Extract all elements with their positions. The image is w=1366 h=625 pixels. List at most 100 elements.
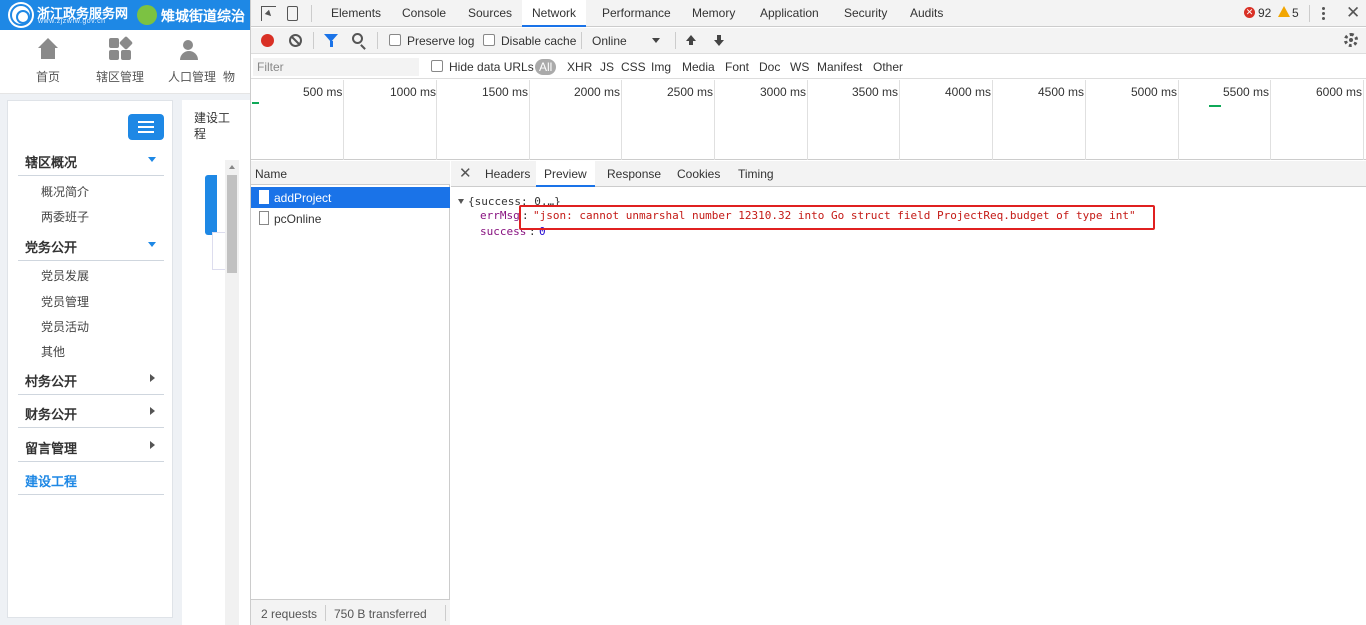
inspect-element-icon[interactable] xyxy=(261,6,276,21)
timeline-request-bar xyxy=(252,102,259,104)
filter-type-doc[interactable]: Doc xyxy=(759,59,780,75)
record-button[interactable] xyxy=(261,34,274,47)
caret-right-icon xyxy=(150,374,155,382)
nav-item-property[interactable]: 物 xyxy=(223,38,250,85)
tab-security[interactable]: Security xyxy=(834,0,897,27)
filter-type-font[interactable]: Font xyxy=(725,59,749,75)
caret-down-icon xyxy=(148,157,156,162)
timeline-tick-label: 500 ms xyxy=(303,85,343,99)
content-tab[interactable] xyxy=(205,175,217,235)
request-list-header[interactable]: Name xyxy=(251,161,450,185)
sidebar-item-overview-intro[interactable]: 概况简介 xyxy=(41,183,89,200)
caret-right-icon xyxy=(150,441,155,449)
more-options-icon[interactable] xyxy=(1322,7,1325,20)
error-highlight-annotation xyxy=(519,205,1155,230)
chevron-down-icon[interactable] xyxy=(652,38,660,43)
filter-type-ws[interactable]: WS xyxy=(790,59,809,75)
tab-application[interactable]: Application xyxy=(750,0,829,27)
tab-network[interactable]: Network xyxy=(522,0,587,27)
warning-icon[interactable] xyxy=(1278,6,1290,17)
tab-elements[interactable]: Elements xyxy=(321,0,391,27)
nav-item-district[interactable]: 辖区管理 xyxy=(85,35,155,85)
tab-response[interactable]: Response xyxy=(599,161,669,187)
filter-type-js[interactable]: JS xyxy=(600,59,614,75)
error-count[interactable]: 92 xyxy=(1258,6,1271,20)
filter-type-all[interactable]: All xyxy=(535,59,557,75)
filter-type-manifest[interactable]: Manifest xyxy=(817,59,862,75)
import-har-icon[interactable] xyxy=(685,35,697,47)
export-har-icon[interactable] xyxy=(713,35,725,47)
device-toolbar-icon[interactable] xyxy=(287,6,298,21)
throttling-select[interactable]: Online xyxy=(592,34,627,48)
sidebar-section-messages[interactable]: 留言管理 xyxy=(18,430,164,462)
filter-bar: Hide data URLs All XHR JS CSS Img Media … xyxy=(251,55,1366,79)
request-row[interactable]: addProject xyxy=(251,187,450,208)
request-details: ✕ Headers Preview Response Cookies Timin… xyxy=(451,161,1366,625)
timeline-tick-label: 1000 ms xyxy=(390,85,437,99)
filter-input[interactable] xyxy=(253,58,419,76)
timeline-tick-label: 3500 ms xyxy=(852,85,899,99)
nav-item-population[interactable]: 人口管理 xyxy=(157,38,227,85)
preserve-log-label[interactable]: Preserve log xyxy=(407,34,474,48)
column-header-name: Name xyxy=(255,167,288,181)
tab-performance[interactable]: Performance xyxy=(592,0,681,27)
home-icon xyxy=(35,38,61,62)
disable-cache-label[interactable]: Disable cache xyxy=(501,34,576,48)
disable-cache-checkbox[interactable] xyxy=(483,34,495,46)
filter-icon[interactable] xyxy=(324,34,338,47)
tab-headers[interactable]: Headers xyxy=(477,161,538,187)
sidebar-section-village[interactable]: 村务公开 xyxy=(18,363,164,395)
tree-expand-icon[interactable] xyxy=(458,199,464,204)
site-url: www.zjzwfw.gov.cn xyxy=(38,18,106,25)
nav-label: 辖区管理 xyxy=(95,70,144,84)
hide-data-urls-checkbox[interactable] xyxy=(431,60,443,72)
sidebar: 辖区概况 概况简介 两委班子 党务公开 党员发展 党员管理 党员活动 其他 村务… xyxy=(7,100,173,618)
scroll-up-arrow-icon[interactable] xyxy=(229,165,235,169)
request-row[interactable]: pcOnline xyxy=(251,208,450,229)
error-icon[interactable]: ✕ xyxy=(1244,7,1255,18)
preserve-log-checkbox[interactable] xyxy=(389,34,401,46)
tab-console[interactable]: Console xyxy=(392,0,456,27)
filter-type-css[interactable]: CSS xyxy=(621,59,646,75)
sidebar-section-label: 党务公开 xyxy=(25,240,78,255)
zjzwfw-logo-icon[interactable] xyxy=(10,4,32,26)
hide-data-urls-label[interactable]: Hide data URLs xyxy=(449,60,534,74)
warning-count[interactable]: 5 xyxy=(1292,6,1299,20)
sidebar-section-construction[interactable]: 建设工程 xyxy=(18,463,164,495)
menu-toggle-button[interactable] xyxy=(128,114,164,140)
sidebar-item-party-management[interactable]: 党员管理 xyxy=(41,293,89,310)
filter-type-media[interactable]: Media xyxy=(682,59,715,75)
tab-cookies[interactable]: Cookies xyxy=(669,161,728,187)
tab-timing[interactable]: Timing xyxy=(730,161,782,187)
timeline-tick-label: 3000 ms xyxy=(760,85,807,99)
grid-icon xyxy=(107,35,134,62)
sidebar-item-party-growth[interactable]: 党员发展 xyxy=(41,267,89,284)
sidebar-section-label: 村务公开 xyxy=(25,374,78,389)
sidebar-section-party[interactable]: 党务公开 xyxy=(18,229,164,261)
sidebar-section-label: 辖区概况 xyxy=(25,155,78,170)
close-details-icon[interactable]: ✕ xyxy=(459,164,472,182)
clear-button[interactable] xyxy=(289,34,302,47)
search-icon[interactable] xyxy=(352,33,363,44)
close-icon[interactable]: ✕ xyxy=(1346,3,1360,23)
sidebar-item-committee[interactable]: 两委班子 xyxy=(41,208,89,225)
nav-label: 首页 xyxy=(35,70,60,84)
sidebar-section-overview[interactable]: 辖区概况 xyxy=(18,144,164,176)
filter-type-xhr[interactable]: XHR xyxy=(567,59,592,75)
gear-icon[interactable] xyxy=(1344,33,1358,47)
filter-type-other[interactable]: Other xyxy=(873,59,903,75)
tab-audits[interactable]: Audits xyxy=(900,0,953,27)
page-scrollbar-thumb[interactable] xyxy=(227,175,237,273)
request-list: Name addProject pcOnline 2 requests 750 … xyxy=(251,161,450,625)
timeline-tick-label: 2000 ms xyxy=(574,85,621,99)
sidebar-item-party-activities[interactable]: 党员活动 xyxy=(41,318,89,335)
sidebar-item-other[interactable]: 其他 xyxy=(41,343,65,360)
network-timeline-overview[interactable]: 500 ms 1000 ms 1500 ms 2000 ms 2500 ms 3… xyxy=(251,80,1366,160)
tab-sources[interactable]: Sources xyxy=(458,0,522,27)
tab-preview[interactable]: Preview xyxy=(536,161,595,187)
filter-type-img[interactable]: Img xyxy=(651,59,671,75)
tab-memory[interactable]: Memory xyxy=(682,0,745,27)
web-page: 浙江政务服务网 www.zjzwfw.gov.cn 雉城街道综治 首页 辖区管理… xyxy=(0,0,250,625)
nav-item-home[interactable]: 首页 xyxy=(13,38,83,85)
sidebar-section-finance[interactable]: 财务公开 xyxy=(18,396,164,428)
